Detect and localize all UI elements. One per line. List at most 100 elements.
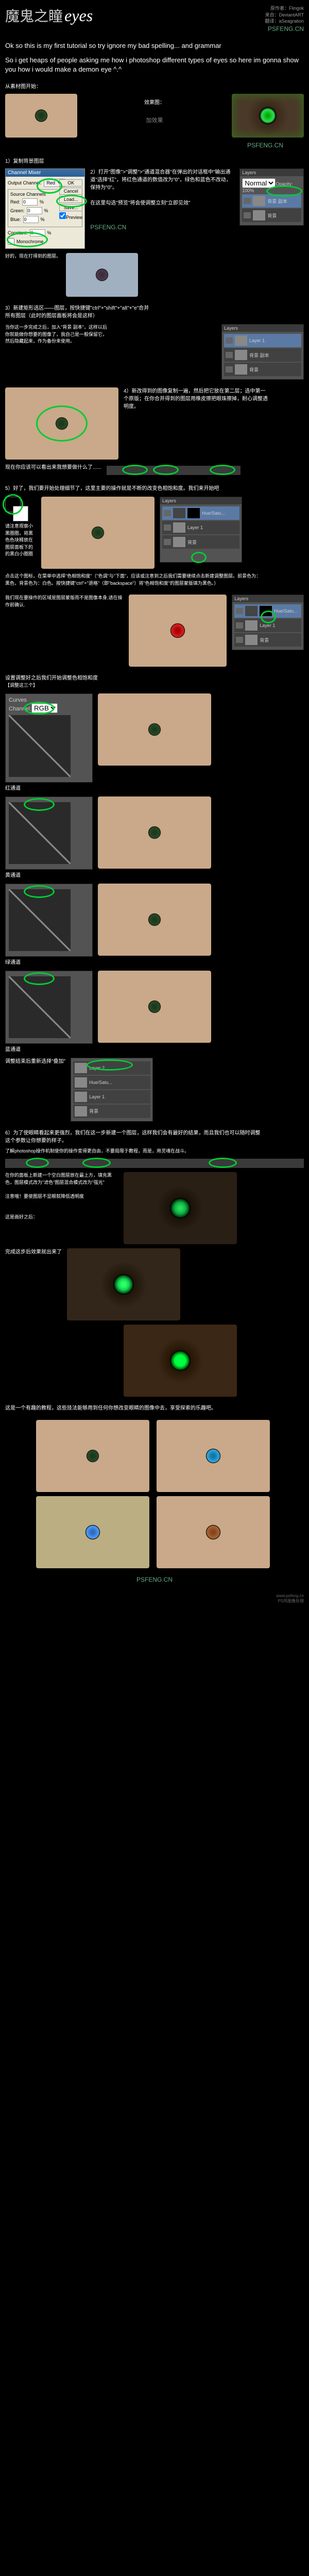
channel-yellow-label: 黄通道 [5,872,93,879]
cancel-button[interactable]: Cancel [59,188,82,195]
curves-dialog[interactable]: Curves Channel:RGB [5,693,93,783]
arrow-label: 加效果 [82,116,227,124]
layer-row[interactable]: 背景 副本 [224,348,301,362]
monochrome-checkbox[interactable] [8,238,14,245]
layer-thumb [75,1106,87,1116]
layer-row[interactable]: Layer 1 [234,619,301,632]
step10-sub: 注意哦！要使图层不显眼就降低透明度 [5,1193,118,1200]
swatch-note: 请注意观察小黑圈圈，将黑色色块释放在图层面板下的的黑白小圈圈 [5,523,36,558]
curves-dialog[interactable] [5,884,93,957]
blue-label: Blue: [10,217,21,222]
green-input[interactable] [27,207,42,214]
load-button[interactable]: Load... [59,196,82,203]
layer-row[interactable]: 背景 [162,535,239,549]
layers-panel-2[interactable]: Layers Layer 1 背景 副本 背景 [221,324,304,380]
intro-line1: Ok so this is my first tutorial so try i… [5,41,304,50]
layer-thumb [173,522,185,533]
channel-red-label: 红通道 [5,785,93,792]
curve-grid[interactable] [9,802,71,864]
output-channel-label: Output Channel: [8,180,42,185]
step5-note: 5）好了，我们要开始处理细节了，这里主要的操作就是不断的改变色相饱和度。我们来开… [5,485,263,493]
step2-title: 1）复制背景图层 [5,157,304,164]
layer-row[interactable]: 背景 [242,209,301,222]
background-swatch[interactable] [13,506,28,521]
layer-row[interactable]: Hue/Satu... [162,506,239,520]
step9-sub: 了解photoshop操作机制使你的操作变得更自由，不要局限于教程，而是，用灵魂… [5,1148,263,1155]
visibility-icon[interactable] [244,198,251,204]
curve-grid[interactable] [9,715,71,777]
layer-row[interactable]: Layer 2 [73,1061,150,1075]
adj-thumb [173,508,185,518]
step3-sub: 当你这一步完成之后，加入"背景 副本"，这样以后你就能做你想要的图像了，我自己是… [5,324,108,345]
step12-label: 完成这步后效果就出来了 [5,1248,62,1256]
channel-green-label: 绿通道 [5,959,93,967]
translator-name: aSeagration [279,19,304,24]
visibility-icon[interactable] [226,366,233,372]
constant-input[interactable] [30,229,45,236]
layer-row[interactable]: Hue/Satu... [73,1076,150,1089]
visibility-icon[interactable] [236,608,243,614]
visibility-icon[interactable] [244,212,251,218]
layer-row[interactable]: 背景 副本 [242,194,301,208]
layer-name: Layer 1 [249,338,265,343]
layer-name: Layer 1 [89,1094,105,1099]
highlight-circle [82,1158,111,1168]
layer-row[interactable]: 背景 [73,1105,150,1118]
highlight-circle [26,1158,49,1168]
layers-panel[interactable]: Layers NormalOpacity: 100% 背景 副本 背景 [239,168,304,226]
photoshop-options-bar[interactable] [107,466,241,475]
layer-row[interactable]: 背景 [224,363,301,376]
curve-grid[interactable] [9,889,71,951]
layer-thumb [235,350,247,360]
layers-panel-5[interactable]: Layer 2 Hue/Satu... Layer 1 背景 [71,1058,153,1122]
layer-name: 背景 [187,539,197,546]
blend-mode-select[interactable]: Normal [242,178,276,188]
visibility-icon[interactable] [226,352,233,358]
visibility-icon[interactable] [164,510,171,516]
curve-grid[interactable] [9,976,71,1038]
dialog-title: Channel Mixer [6,169,84,177]
save-button[interactable]: Save... [59,204,82,211]
layers-title: Layers [232,595,303,602]
gallery-eye-cyan [36,1496,149,1568]
visibility-icon[interactable] [226,337,233,344]
gallery-eye-green [36,1420,149,1492]
layer-name: Hue/Satu... [274,608,297,614]
visibility-icon[interactable] [164,539,171,545]
mask-thumb [187,508,200,518]
layers-panel-3[interactable]: Layers Hue/Satu... Layer 1 背景 [160,497,242,563]
step9-text: 6）为了使眼睛看起来更强烈，我们在这一步新建一个图层，这样我们会有最好的结果，而… [5,1129,263,1145]
preview-checkbox[interactable] [59,212,66,219]
translator-label: 翻译： [265,19,279,24]
channel-select[interactable]: RGB [31,703,58,713]
visibility-icon[interactable] [236,622,243,629]
original-eye-image [5,94,77,138]
photoshop-options-bar-2[interactable] [5,1159,304,1168]
layer-row[interactable]: Layer 1 [224,334,301,347]
visibility-icon[interactable] [236,637,243,643]
layer-row[interactable]: Layer 1 [73,1090,150,1104]
highlight-circle [153,465,179,475]
step6-text: 我们现在要操作的区域是图层蒙版而不是图像本身,请在操作前确认. [5,595,124,608]
red-input[interactable] [22,198,38,206]
step5-intro: 现在你应该可以看出来我想要做什么了...... [5,464,101,471]
step2-tip: 在这里勾选"预览"将会使调整立刻"立即见效" [90,199,234,207]
step7-sub: 【调整这三个】 [5,682,149,689]
ok-button[interactable]: OK [59,179,82,187]
curves-dialog[interactable] [5,971,93,1044]
highlight-circle [209,1158,237,1168]
layer-row[interactable]: 背景 [234,633,301,647]
curves-dialog[interactable] [5,796,93,870]
channel-mixer-dialog[interactable]: Channel Mixer Output Channel:Red Source … [5,168,85,249]
visibility-icon[interactable] [164,524,171,531]
footer-site: www.psfeng.cn [5,1594,304,1598]
green-label: Green: [10,208,25,213]
step4-eye [5,387,118,460]
layers-panel-4[interactable]: Layers Hue/Satu... Layer 1 背景 [232,595,304,650]
layer-row[interactable]: Layer 1 [162,521,239,534]
preview-label: Preview [66,215,82,220]
monochrome-label: Monochrome [16,239,44,244]
blue-input[interactable] [23,216,39,223]
layer-row[interactable]: Hue/Satu... [234,604,301,618]
layer-thumb [75,1063,87,1073]
